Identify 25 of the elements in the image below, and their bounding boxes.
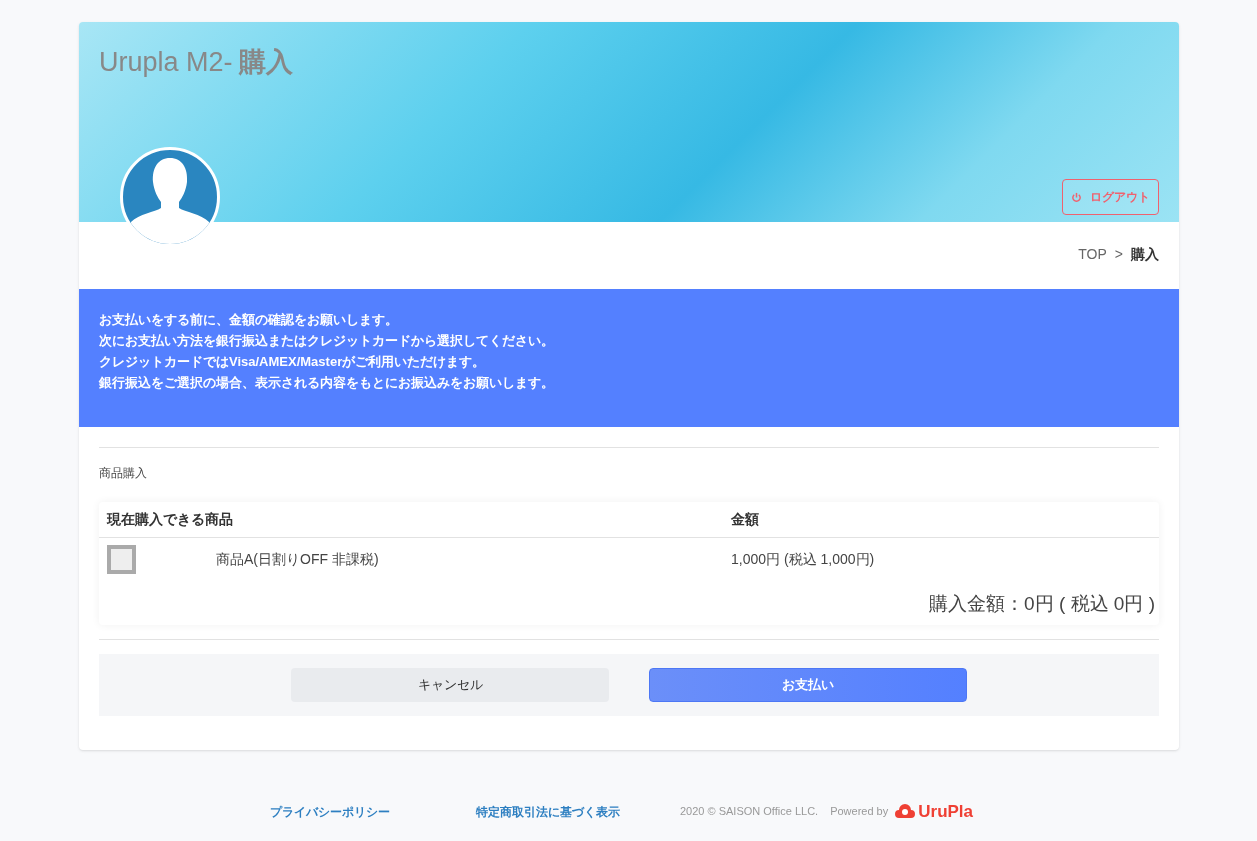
logo-text: UruPla (918, 800, 974, 823)
copyright-text: 2020 © SAISON Office LLC. (680, 804, 819, 820)
power-icon (1071, 191, 1082, 203)
cancel-button[interactable]: キャンセル (291, 667, 609, 702)
page-title-bold: 購入 (238, 46, 293, 79)
section-title: 商品購入 (99, 465, 148, 482)
powered-by-text: Powered by (830, 804, 889, 820)
breadcrumb-item[interactable]: TOP (1078, 244, 1107, 265)
page-title: Urupla M2- (99, 46, 233, 79)
footer-link[interactable]: プライバシーポリシー (270, 802, 390, 821)
breadcrumb-separator: > (1114, 245, 1123, 264)
product-name: 商品A(日割りOFF 非課税) (216, 549, 379, 569)
notice-text: お支払いをする前に、金額の確認をお願いします。 (99, 311, 399, 329)
column-header: 現在購入できる商品 (105, 510, 234, 529)
product-price: 1,000円 (税込 1,000円) (731, 549, 875, 569)
notice-text: クレジットカードではVisa/AMEX/Masterがご利用いただけます。 (99, 353, 487, 371)
pay-button[interactable]: お支払い (649, 667, 967, 702)
total-amount: 購入金額：0円 ( 税込 0円 ) (929, 592, 1155, 616)
checkbox[interactable] (107, 544, 136, 574)
footer-link[interactable]: 特定商取引法に基づく表示 (476, 802, 620, 821)
logout-button[interactable]: ログアウト (1062, 179, 1159, 215)
notice-text: 銀行振込をご選択の場合、表示される内容をもとにお振込みをお願いします。 (99, 374, 555, 392)
notice-text: 次にお支払い方法を銀行振込またはクレジットカードから選択してください。 (99, 332, 555, 350)
breadcrumb-item: 購入 (1131, 245, 1159, 264)
column-header: 金額 (731, 510, 759, 529)
